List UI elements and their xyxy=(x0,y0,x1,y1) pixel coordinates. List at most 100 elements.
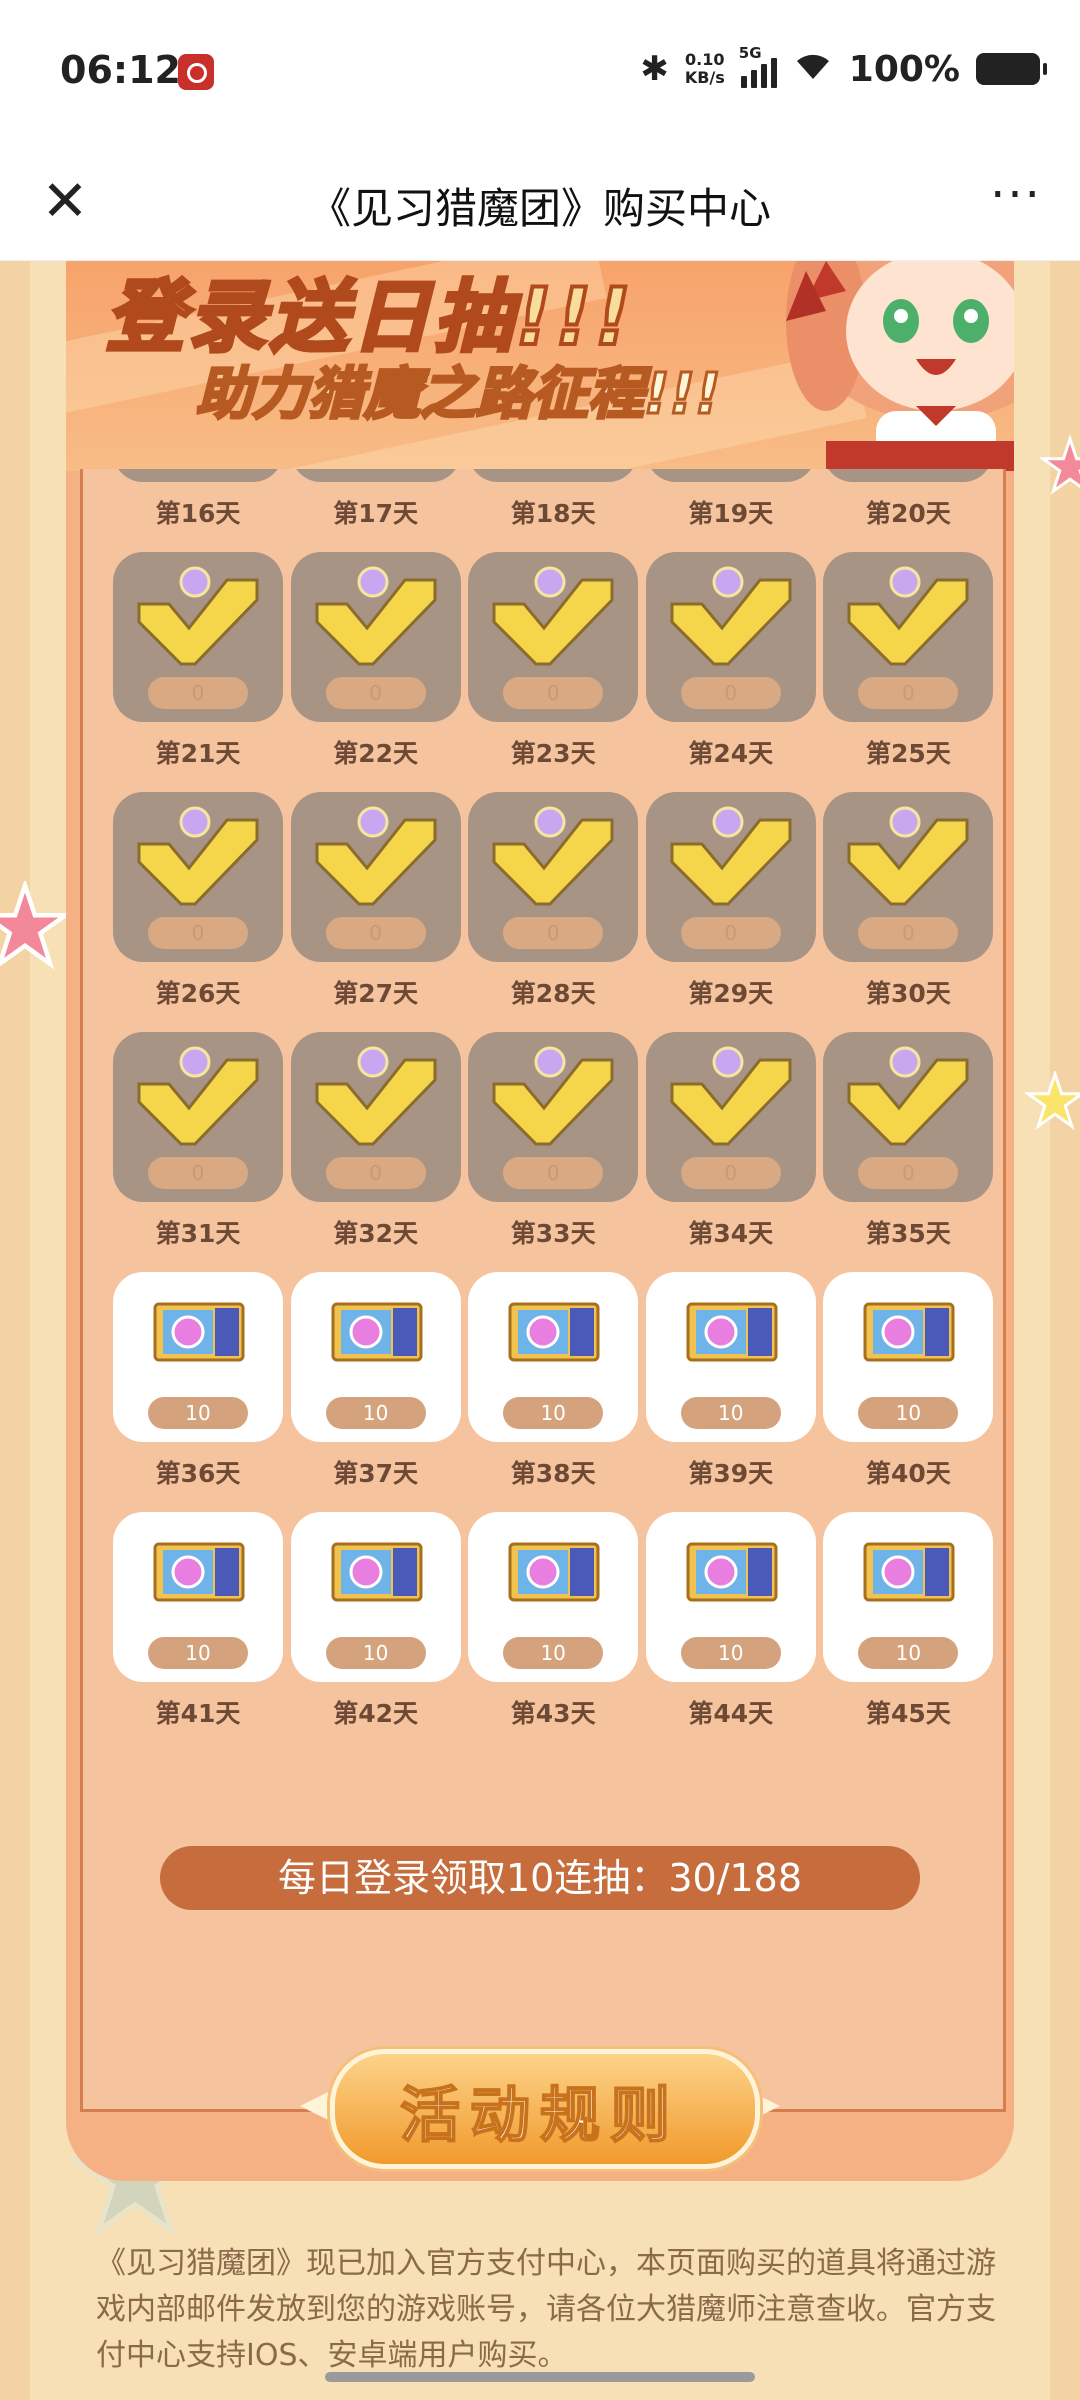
network-speed-unit: KB/s xyxy=(684,68,725,87)
reward-count: 10 xyxy=(503,1637,604,1669)
reward-day-item[interactable]: 0 第16天 xyxy=(113,469,283,552)
home-indicator[interactable] xyxy=(325,2372,755,2382)
reward-count: 0 xyxy=(148,1157,248,1189)
reward-day-item[interactable]: 0 第24天 xyxy=(645,552,816,792)
reward-day-item[interactable]: 0 第34天 xyxy=(645,1032,816,1272)
reward-day-item[interactable]: 10 第40天 xyxy=(823,1272,994,1512)
status-icons: ✱ 0.10 KB/s 5G 100% xyxy=(640,44,1047,94)
reward-day-item[interactable]: 0 第18天 xyxy=(468,469,639,552)
reward-count: 0 xyxy=(858,677,959,709)
claimed-reward-card: 0 xyxy=(645,552,816,722)
reward-card: 10 xyxy=(113,1512,283,1682)
reward-count: 0 xyxy=(148,677,248,709)
day-label: 第35天 xyxy=(865,1219,951,1248)
star-decoration-icon xyxy=(0,881,70,970)
summon-ticket-icon xyxy=(863,1542,955,1602)
summon-ticket-icon xyxy=(508,1302,600,1362)
checkmark-icon xyxy=(670,566,792,666)
reward-day-item[interactable]: 10 第43天 xyxy=(468,1512,639,1752)
reward-day-item[interactable]: 0 第23天 xyxy=(468,552,639,792)
event-banner: 登录送日抽!!! 助力猎魔之路征程!!! xyxy=(66,261,1014,471)
reward-day-item[interactable]: 0 第32天 xyxy=(290,1032,461,1272)
day-label: 第21天 xyxy=(155,739,241,768)
reward-count: 10 xyxy=(325,1397,426,1429)
reward-day-item[interactable]: 0 第29天 xyxy=(645,792,816,1032)
banner-subheadline: 助力猎魔之路征程!!! xyxy=(195,361,723,429)
reward-count: 10 xyxy=(148,1637,248,1669)
reward-day-item[interactable]: 10 第37天 xyxy=(290,1272,461,1512)
reward-day-item[interactable]: 0 第25天 xyxy=(823,552,994,792)
side-decoration-left xyxy=(0,261,30,2400)
reward-day-item[interactable]: 10 第44天 xyxy=(645,1512,816,1752)
reward-row: 0 第16天 0 第17天 0 第18天 0 第19天 0 第20天 xyxy=(113,469,994,552)
reward-count: 0 xyxy=(858,1157,959,1189)
day-label: 第30天 xyxy=(865,979,951,1008)
reward-day-item[interactable]: 10 第41天 xyxy=(113,1512,283,1752)
claimed-reward-card: 0 xyxy=(645,469,816,482)
reward-day-item[interactable]: 0 第30天 xyxy=(823,792,994,1032)
claimed-reward-card: 0 xyxy=(823,469,994,482)
webview-content[interactable]: 登录送日抽!!! 助力猎魔之路征程!!! 0 第16天 0 第17天 0 第18天 0 第19… xyxy=(0,261,1080,2400)
star-decoration-icon xyxy=(1025,1071,1080,1131)
reward-day-item[interactable]: 0 第28天 xyxy=(468,792,639,1032)
reward-day-item[interactable]: 10 第38天 xyxy=(468,1272,639,1512)
reward-card: 10 xyxy=(823,1512,994,1682)
checkmark-icon xyxy=(670,1046,792,1146)
reward-day-item[interactable]: 0 第20天 xyxy=(823,469,994,552)
reward-day-item[interactable]: 0 第26天 xyxy=(113,792,283,1032)
reward-day-item[interactable]: 10 第36天 xyxy=(113,1272,283,1512)
day-label: 第18天 xyxy=(510,499,596,528)
reward-day-item[interactable]: 0 第35天 xyxy=(823,1032,994,1272)
reward-count: 0 xyxy=(680,917,781,949)
reward-day-item[interactable]: 0 第31天 xyxy=(113,1032,283,1272)
more-button[interactable]: ··· xyxy=(976,165,1056,235)
reward-day-item[interactable]: 0 第17天 xyxy=(290,469,461,552)
reward-row: 0 第26天 0 第27天 0 第28天 0 第29天 0 第30天 xyxy=(113,792,994,1032)
claimed-reward-card: 0 xyxy=(468,792,639,962)
claimed-reward-card: 0 xyxy=(823,1032,994,1202)
reward-card: 10 xyxy=(645,1272,816,1442)
reward-day-item[interactable]: 0 第22天 xyxy=(290,552,461,792)
day-label: 第20天 xyxy=(865,499,951,528)
reward-day-item[interactable]: 0 第33天 xyxy=(468,1032,639,1272)
claimed-reward-card: 0 xyxy=(113,552,283,722)
day-label: 第24天 xyxy=(688,739,774,768)
reward-day-item[interactable]: 10 第42天 xyxy=(290,1512,461,1752)
claimed-reward-card: 0 xyxy=(113,469,283,482)
summon-ticket-icon xyxy=(508,1542,600,1602)
day-label: 第28天 xyxy=(510,979,596,1008)
reward-count: 10 xyxy=(148,1397,248,1429)
mascot-character-image xyxy=(786,261,1014,471)
reward-day-item[interactable]: 0 第27天 xyxy=(290,792,461,1032)
day-label: 第37天 xyxy=(333,1459,418,1488)
bluetooth-icon: ✱ xyxy=(640,49,669,89)
day-label: 第43天 xyxy=(510,1699,596,1728)
checkmark-icon xyxy=(492,806,614,906)
reward-day-item[interactable]: 0 第21天 xyxy=(113,552,283,792)
day-label: 第32天 xyxy=(333,1219,418,1248)
reward-day-item[interactable]: 0 第19天 xyxy=(645,469,816,552)
status-time: 06:12 xyxy=(60,48,181,92)
day-label: 第42天 xyxy=(333,1699,418,1728)
reward-count: 0 xyxy=(503,917,604,949)
reward-row: 10 第36天 10 第37天 10 第38天 10 第39天 10 第40天 xyxy=(113,1272,994,1512)
network-type: 5G xyxy=(738,44,762,62)
reward-count: 0 xyxy=(148,917,248,949)
activity-rules-button[interactable]: 活动规则 xyxy=(300,2041,780,2171)
reward-count: 0 xyxy=(325,677,426,709)
day-label: 第16天 xyxy=(155,499,241,528)
reward-card: 10 xyxy=(645,1512,816,1682)
reward-day-item[interactable]: 10 第39天 xyxy=(645,1272,816,1512)
day-label: 第22天 xyxy=(333,739,418,768)
reward-day-item[interactable]: 10 第45天 xyxy=(823,1512,994,1752)
signal-icon: 5G xyxy=(739,44,777,88)
checkmark-icon xyxy=(492,566,614,666)
checkmark-icon xyxy=(847,1046,969,1146)
summon-ticket-icon xyxy=(153,1302,245,1362)
reward-row: 10 第41天 10 第42天 10 第43天 10 第44天 10 第45天 xyxy=(113,1512,994,1752)
day-label: 第19天 xyxy=(688,499,774,528)
claimed-reward-card: 0 xyxy=(290,552,461,722)
checkmark-icon xyxy=(315,566,437,666)
claimed-reward-card: 0 xyxy=(823,792,994,962)
day-label: 第36天 xyxy=(155,1459,241,1488)
